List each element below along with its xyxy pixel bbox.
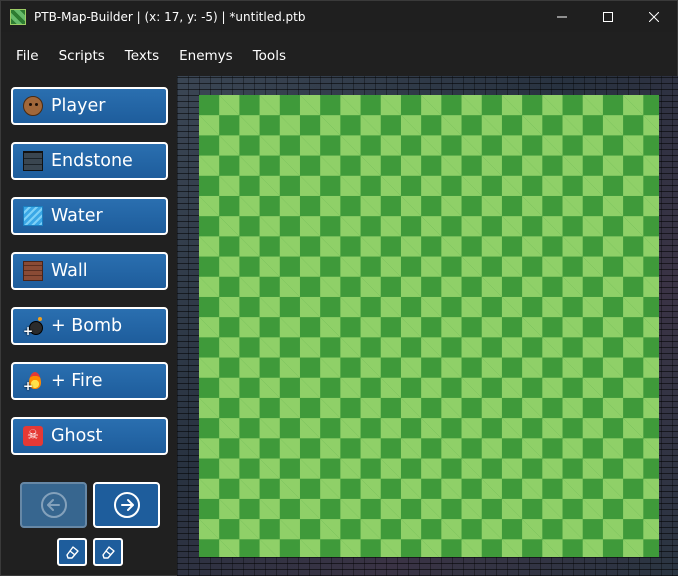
player-tool-button[interactable]: Player (11, 87, 168, 125)
app-window: PTB-Map-Builder | (x: 17, y: -5) | *unti… (0, 0, 678, 576)
maximize-icon (603, 11, 613, 22)
menu-file[interactable]: File (1, 43, 49, 69)
menu-tools[interactable]: Tools (243, 43, 296, 69)
skull-icon: ☠ (23, 426, 43, 446)
minimize-icon (557, 16, 567, 17)
minimize-button[interactable] (539, 1, 585, 32)
eraser-icon (66, 546, 79, 559)
endstone-tool-button[interactable]: Endstone (11, 142, 168, 180)
next-page-button[interactable] (93, 482, 160, 528)
eraser-icon (102, 546, 115, 559)
window-controls (539, 1, 677, 32)
ghost-tool-button[interactable]: ☠ Ghost (11, 417, 168, 455)
eraser-button-2[interactable] (93, 538, 123, 566)
tool-label-wall: Wall (51, 261, 88, 281)
bomb-icon: + (23, 316, 43, 338)
title-bar[interactable]: PTB-Map-Builder | (x: 17, y: -5) | *unti… (1, 1, 677, 32)
water-tool-button[interactable]: Water (11, 197, 168, 235)
plus-icon: + (23, 324, 34, 338)
app-map-icon (10, 8, 26, 25)
brick-wall-icon (23, 261, 43, 281)
maximize-button[interactable] (585, 1, 631, 32)
plus-icon: + (23, 379, 34, 393)
player-face-icon (23, 96, 43, 116)
menu-scripts[interactable]: Scripts (49, 43, 115, 69)
menu-bar: File Scripts Texts Enemys Tools (1, 43, 296, 69)
tool-label-endstone: Endstone (51, 151, 133, 171)
menu-texts[interactable]: Texts (115, 43, 169, 69)
close-icon (649, 11, 659, 22)
eraser-button-1[interactable] (57, 538, 87, 566)
tool-label-ghost: Ghost (51, 426, 103, 446)
tool-label-player: Player (51, 96, 106, 116)
water-tile-icon (23, 206, 43, 226)
map-canvas[interactable] (177, 76, 678, 576)
grass-tile-grid[interactable] (199, 95, 659, 557)
endstone-block-icon (23, 151, 43, 171)
fire-tool-button[interactable]: + + Fire (11, 362, 168, 400)
previous-page-button[interactable] (20, 482, 87, 528)
wall-tool-button[interactable]: Wall (11, 252, 168, 290)
arrow-right-circle-icon (113, 492, 140, 518)
tool-label-water: Water (51, 206, 103, 226)
bomb-tool-button[interactable]: + + Bomb (11, 307, 168, 345)
fire-icon: + (23, 371, 43, 393)
tool-label-bomb: + Bomb (51, 316, 123, 336)
tool-label-fire: + Fire (51, 371, 103, 391)
close-button[interactable] (631, 1, 677, 32)
menu-enemys[interactable]: Enemys (169, 43, 243, 69)
arrow-left-circle-icon (40, 492, 67, 518)
window-title: PTB-Map-Builder | (x: 17, y: -5) | *unti… (34, 9, 306, 24)
